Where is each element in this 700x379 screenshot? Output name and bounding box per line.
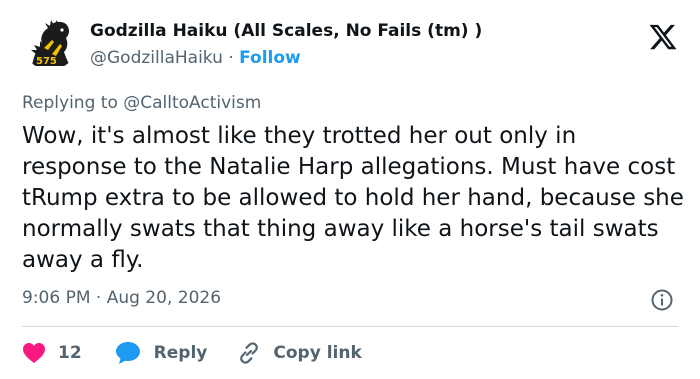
replying-mention[interactable]: @CalltoActivism [123,93,261,113]
copy-link-label: Copy link [273,343,362,363]
heart-icon [23,343,45,363]
avatar[interactable]: 575 [22,14,78,70]
like-count: 12 [58,343,82,363]
author-display-name[interactable]: Godzilla Haiku (All Scales, No Fails (tm… [90,21,482,41]
link-icon [240,342,259,364]
action-bar: 12 Reply Copy link [22,338,362,368]
reply-button[interactable]: Reply [115,341,208,365]
svg-text:575: 575 [36,56,57,67]
godzilla-avatar-icon: 575 [22,14,78,70]
tweet-header: 575 Godzilla Haiku (All Scales, No Fails… [22,12,680,74]
reply-bubble-icon [115,342,140,364]
separator-dot: · [228,48,234,68]
copy-link-button[interactable]: Copy link [237,341,362,365]
follow-button[interactable]: Follow [239,48,301,68]
replying-to: Replying to @CalltoActivism [22,93,261,113]
x-logo-icon[interactable] [648,22,678,52]
reply-label: Reply [153,343,208,363]
info-icon[interactable] [650,288,674,312]
divider [22,326,678,327]
like-button[interactable]: 12 [22,342,82,364]
tweet-text: Wow, it's almost like they trotted her o… [22,123,684,273]
author-handle[interactable]: @GodzillaHaiku [90,48,223,68]
tweet-timestamp[interactable]: 9:06 PM · Aug 20, 2026 [22,288,221,308]
author-handle-row: @GodzillaHaiku · Follow [90,48,301,68]
replying-prefix: Replying to [22,93,118,113]
